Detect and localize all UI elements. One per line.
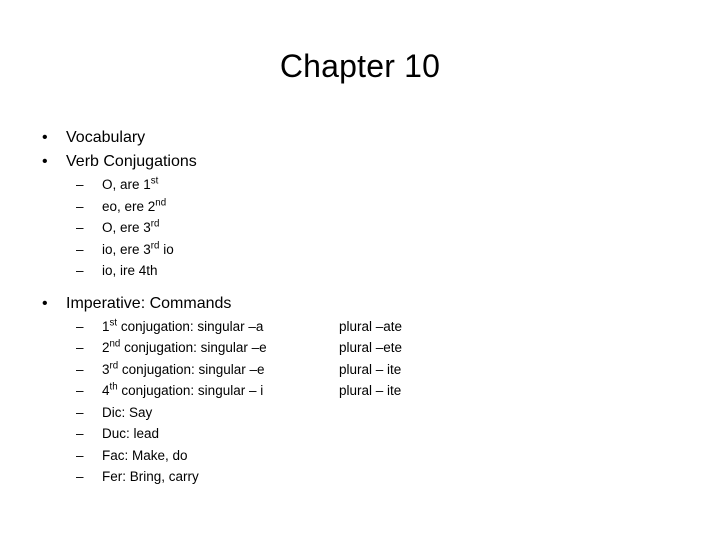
ordinal-suffix: st — [150, 175, 159, 187]
bullet-dash-icon: – — [76, 469, 84, 484]
list-item-text: Fer: Bring, carry — [102, 469, 199, 484]
bullet-dash-icon: – — [76, 404, 84, 420]
outline-item-label: Vocabulary — [66, 129, 146, 146]
page-title: Chapter 10 — [279, 48, 441, 84]
outline-item-label: Verb Conjugations — [66, 153, 197, 170]
bullet-dash-icon: – — [76, 340, 84, 355]
list-item[interactable]: – 3rd conjugation: singular –e plural – … — [72, 359, 684, 381]
ordinal-suffix: nd — [155, 197, 167, 208]
bullet-dot-icon: • — [42, 294, 48, 312]
bullet-dash-icon: – — [76, 383, 84, 398]
bullet-dash-icon: – — [76, 198, 84, 214]
bullet-dash-icon: – — [76, 177, 84, 192]
list-item-text: Duc: lead — [102, 426, 160, 441]
list-item-text: 3rd conjugation: singular –e — [102, 360, 265, 377]
list-item[interactable]: – Fer: Bring, carry — [72, 466, 684, 488]
outline-item-label: Imperative: Commands — [66, 294, 232, 312]
bullet-dash-icon: – — [76, 263, 84, 278]
outline-item-imperative-commands[interactable]: • Imperative: Commands — [36, 292, 684, 316]
outline-level2-list-imperatives: – 1st conjugation: singular –a plural –a… — [36, 316, 684, 488]
list-item-text: 2nd conjugation: singular –e — [102, 338, 267, 355]
list-item[interactable]: – Fac: Make, do — [72, 445, 684, 467]
list-item-text: eo, ere 2nd — [102, 197, 167, 214]
list-item[interactable]: – O, ere 3rd — [72, 217, 684, 239]
list-item-plural-text: plural – ite — [339, 361, 402, 377]
list-item[interactable]: – io, ire 4th — [72, 260, 684, 282]
outline-level2-list-conjugations: – O, are 1st – eo, ere 2nd – O, ere 3rd — [36, 174, 684, 282]
bullet-dash-icon: – — [76, 318, 84, 334]
list-item[interactable]: – 1st conjugation: singular –a plural –a… — [72, 316, 684, 338]
slide-body-outline: • Vocabulary • Verb Conjugations – O, ar… — [36, 126, 684, 488]
list-item-text: Dic: Say — [102, 404, 153, 420]
list-item[interactable]: – 2nd conjugation: singular –e plural –e… — [72, 337, 684, 359]
list-item[interactable]: – O, are 1st — [72, 174, 684, 196]
list-item-text: 1st conjugation: singular –a — [102, 317, 264, 334]
bullet-dot-icon: • — [42, 129, 48, 146]
bullet-dash-icon: – — [76, 426, 84, 441]
list-item[interactable]: – Dic: Say — [72, 402, 684, 424]
list-item-text: io, ere 3rd io — [102, 240, 174, 257]
ordinal-suffix: th — [109, 381, 118, 393]
list-item-text: O, are 1st — [102, 175, 159, 192]
list-item-plural-text: plural –ete — [339, 340, 403, 355]
ordinal-suffix: rd — [150, 218, 160, 230]
bullet-dot-icon: • — [42, 153, 48, 170]
list-item-text: io, ire 4th — [102, 263, 158, 278]
list-item-text: O, ere 3rd — [102, 218, 160, 235]
list-item[interactable]: – eo, ere 2nd — [72, 196, 684, 218]
bullet-dash-icon: – — [76, 447, 84, 463]
ordinal-suffix: rd — [109, 360, 119, 371]
list-item-plural-text: plural –ate — [339, 318, 403, 334]
outline-level1-list: • Vocabulary • Verb Conjugations – O, ar… — [36, 126, 684, 488]
outline-item-vocabulary[interactable]: • Vocabulary — [36, 126, 684, 150]
bullet-dash-icon: – — [76, 241, 84, 257]
list-item[interactable]: – 4th conjugation: singular – i plural –… — [72, 380, 684, 402]
list-item-text: 4th conjugation: singular – i — [102, 381, 264, 398]
list-item[interactable]: – Duc: lead — [72, 423, 684, 445]
list-item-plural-text: plural – ite — [339, 383, 402, 398]
list-item[interactable]: – io, ere 3rd io — [72, 239, 684, 261]
ordinal-suffix: st — [109, 317, 118, 328]
ordinal-suffix: nd — [109, 338, 121, 350]
list-item-text: Fac: Make, do — [102, 447, 188, 463]
slide-canvas: Chapter 10 • Vocabulary • Verb Conjugati… — [0, 0, 720, 540]
bullet-dash-icon: – — [76, 361, 84, 377]
outline-item-verb-conjugations[interactable]: • Verb Conjugations — [36, 150, 684, 174]
bullet-dash-icon: – — [76, 220, 84, 235]
